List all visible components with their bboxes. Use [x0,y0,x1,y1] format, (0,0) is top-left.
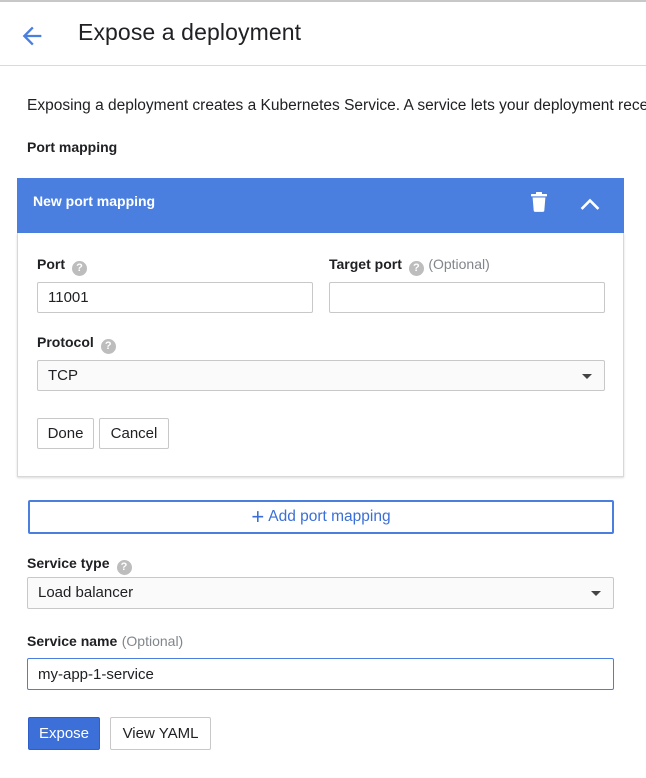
top-bar: Expose a deployment [0,0,646,66]
intro-text: Exposing a deployment creates a Kubernet… [27,97,646,114]
port-mapping-panel-body: Port? Target port? (Optional) Protocol? … [17,233,624,477]
port-mapping-section-label: Port mapping [27,139,118,155]
target-port-input[interactable] [329,282,605,313]
chevron-up-icon[interactable] [579,193,601,215]
plus-icon: + [251,504,265,529]
service-type-label-row: Service type? [27,555,132,575]
port-label-row: Port? [37,256,87,276]
delete-icon[interactable] [530,192,548,212]
target-port-label-row: Target port? (Optional) [329,256,490,276]
page-title: Expose a deployment [78,19,302,45]
port-mapping-panel-title: New port mapping [33,193,156,209]
port-mapping-panel-header[interactable]: New port mapping [17,178,624,233]
optional-hint: (Optional) [428,256,490,272]
service-type-value: Load balancer [38,584,134,601]
dropdown-arrow-icon [591,591,601,596]
done-button[interactable]: Done [37,418,94,449]
back-arrow-icon[interactable] [18,22,46,50]
add-port-mapping-label: Add port mapping [268,508,391,525]
optional-hint: (Optional) [121,633,184,649]
port-label: Port [37,256,65,272]
protocol-value: TCP [48,367,78,384]
service-name-label-row: Service name (Optional) [27,633,183,651]
port-input[interactable] [37,282,313,313]
help-icon[interactable]: ? [100,339,116,354]
help-icon[interactable]: ? [72,261,87,276]
cancel-button[interactable]: Cancel [99,418,169,449]
service-name-input[interactable] [27,658,614,690]
service-type-label: Service type [27,555,110,571]
protocol-select[interactable]: TCP [37,360,605,391]
dropdown-arrow-icon [582,374,592,379]
add-port-mapping-button[interactable]: + Add port mapping [28,500,614,534]
protocol-label-row: Protocol? [37,334,116,354]
view-yaml-button[interactable]: View YAML [110,717,211,750]
help-icon[interactable]: ? [408,261,424,276]
help-icon[interactable]: ? [116,560,132,575]
expose-button[interactable]: Expose [28,717,100,750]
service-type-select[interactable]: Load balancer [27,577,614,609]
protocol-label: Protocol [37,334,94,350]
service-name-label: Service name [27,633,118,649]
target-port-label: Target port [329,256,402,272]
